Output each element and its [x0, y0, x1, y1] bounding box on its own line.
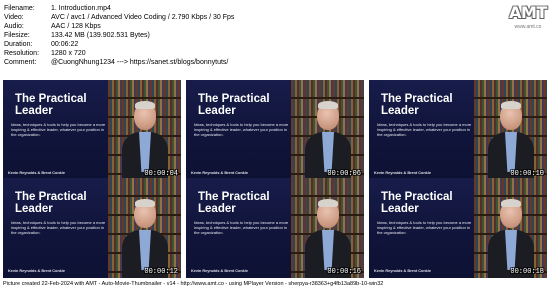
- slide-title: The Practical Leader: [198, 191, 270, 215]
- speaker-video: [474, 178, 547, 278]
- slide-panel: The Practical Leader Ideas, techniques &…: [369, 178, 474, 278]
- slide-authors: Kevin Reynolds & Brent Conkle: [191, 171, 248, 175]
- thumbnail-1[interactable]: The Practical Leader Ideas, techniques &…: [3, 80, 181, 180]
- speaker-video: [291, 80, 364, 180]
- thumbnail-2[interactable]: The Practical Leader Ideas, techniques &…: [186, 80, 364, 180]
- slide-description: Ideas, techniques & tools to help you be…: [377, 220, 472, 235]
- slide-title: The Practical Leader: [15, 191, 87, 215]
- speaker-figure: [488, 101, 534, 180]
- speaker-video: [108, 80, 181, 180]
- speaker-video: [291, 178, 364, 278]
- timecode: 00:00:12: [144, 268, 178, 276]
- slide-panel: The Practical Leader Ideas, techniques &…: [186, 178, 291, 278]
- slide-description: Ideas, techniques & tools to help you be…: [11, 122, 106, 137]
- slide-title: The Practical Leader: [15, 93, 87, 117]
- thumbnail-grid: The Practical Leader Ideas, techniques &…: [0, 0, 550, 290]
- slide-authors: Kevin Reynolds & Brent Conkle: [8, 269, 65, 273]
- slide-authors: Kevin Reynolds & Brent Conkle: [374, 269, 431, 273]
- slide-title: The Practical Leader: [198, 93, 270, 117]
- timecode: 00:00:04: [144, 170, 178, 178]
- slide-authors: Kevin Reynolds & Brent Conkle: [191, 269, 248, 273]
- speaker-figure: [305, 101, 351, 180]
- slide-authors: Kevin Reynolds & Brent Conkle: [8, 171, 65, 175]
- slide-title: The Practical Leader: [381, 93, 453, 117]
- slide-panel: The Practical Leader Ideas, techniques &…: [186, 80, 291, 180]
- slide-description: Ideas, techniques & tools to help you be…: [11, 220, 106, 235]
- thumbnail-3[interactable]: The Practical Leader Ideas, techniques &…: [369, 80, 547, 180]
- thumbnail-5[interactable]: The Practical Leader Ideas, techniques &…: [186, 178, 364, 278]
- thumbnail-4[interactable]: The Practical Leader Ideas, techniques &…: [3, 178, 181, 278]
- speaker-figure: [122, 101, 168, 180]
- slide-description: Ideas, techniques & tools to help you be…: [377, 122, 472, 137]
- slide-description: Ideas, techniques & tools to help you be…: [194, 122, 289, 137]
- timecode: 00:00:06: [327, 170, 361, 178]
- slide-panel: The Practical Leader Ideas, techniques &…: [369, 80, 474, 180]
- speaker-figure: [488, 199, 534, 278]
- slide-panel: The Practical Leader Ideas, techniques &…: [3, 80, 108, 180]
- speaker-video: [474, 80, 547, 180]
- slide-title: The Practical Leader: [381, 191, 453, 215]
- footer-credit: Picture created 22-Feb-2024 with AMT - A…: [3, 281, 384, 287]
- speaker-figure: [122, 199, 168, 278]
- speaker-figure: [305, 199, 351, 278]
- slide-panel: The Practical Leader Ideas, techniques &…: [3, 178, 108, 278]
- slide-description: Ideas, techniques & tools to help you be…: [194, 220, 289, 235]
- speaker-video: [108, 178, 181, 278]
- timecode: 00:00:16: [327, 268, 361, 276]
- timecode: 00:00:18: [510, 268, 544, 276]
- timecode: 00:00:10: [510, 170, 544, 178]
- thumbnail-6[interactable]: The Practical Leader Ideas, techniques &…: [369, 178, 547, 278]
- slide-authors: Kevin Reynolds & Brent Conkle: [374, 171, 431, 175]
